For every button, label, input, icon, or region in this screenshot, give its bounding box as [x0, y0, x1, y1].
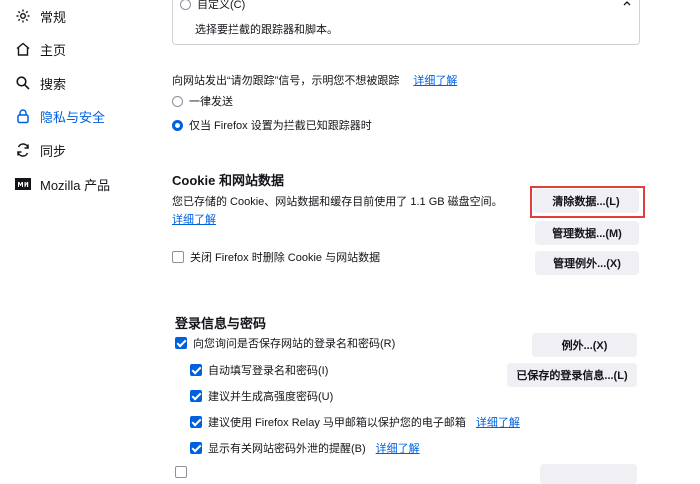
lock-icon: [14, 107, 32, 125]
dnt-row: 向网站发出“请勿跟踪”信号，示明您不想被跟踪 详细了解: [172, 72, 457, 88]
autofill-row[interactable]: 自动填写登录名和密码(I): [190, 362, 328, 378]
sidebar-item-privacy[interactable]: 隐私与安全: [14, 103, 105, 129]
cookies-description: 您已存储的 Cookie、网站数据和缓存目前使用了 1.1 GB 磁盘空间。: [172, 196, 503, 208]
sidebar-item-label: 主页: [40, 42, 67, 58]
gear-icon: [14, 7, 32, 25]
custom-option-chevron-icon[interactable]: [622, 0, 632, 12]
cookies-learn-more-link[interactable]: 详细了解: [172, 211, 216, 227]
dnt-always-radio[interactable]: [172, 95, 183, 107]
next-row-button[interactable]: [540, 464, 637, 484]
sidebar-item-search[interactable]: 搜索: [14, 70, 66, 96]
saved-logins-button[interactable]: 已保存的登录信息...(L): [507, 363, 637, 387]
dnt-tracker-only-label: 仅当 Firefox 设置为拦截已知跟踪器时: [189, 120, 372, 132]
sync-icon: [14, 141, 32, 159]
cookies-section-title: Cookie 和网站数据: [172, 173, 284, 188]
suggest-strong-checkbox[interactable]: [190, 390, 202, 402]
autofill-label: 自动填写登录名和密码(I): [208, 365, 329, 377]
custom-option-radio-row[interactable]: 自定义(C): [180, 0, 245, 12]
relay-label: 建议使用 Firefox Relay 马甲邮箱以保护您的电子邮箱: [208, 417, 466, 429]
dnt-text: 向网站发出“请勿跟踪”信号，示明您不想被跟踪: [172, 75, 400, 87]
delete-on-close-checkbox[interactable]: [172, 251, 184, 263]
breach-alerts-checkbox[interactable]: [190, 442, 202, 454]
suggest-strong-row[interactable]: 建议并生成高强度密码(U): [190, 388, 333, 404]
custom-option-description: 选择要拦截的跟踪器和脚本。: [195, 24, 338, 36]
relay-learn-more-link[interactable]: 详细了解: [476, 414, 520, 430]
delete-on-close-row[interactable]: 关闭 Firefox 时删除 Cookie 与网站数据: [172, 249, 380, 265]
search-icon: [14, 74, 32, 92]
delete-on-close-label: 关闭 Firefox 时删除 Cookie 与网站数据: [190, 252, 381, 264]
logins-section-title: 登录信息与密码: [175, 316, 267, 331]
next-row-checkbox[interactable]: [175, 466, 187, 478]
sidebar-item-sync[interactable]: 同步: [14, 137, 66, 163]
ask-save-row[interactable]: 向您询问是否保存网站的登录名和密码(R): [175, 335, 395, 351]
breach-alerts-label: 显示有关网站密码外泄的提醒(B): [208, 443, 366, 455]
manage-exceptions-button[interactable]: 管理例外...(X): [535, 251, 639, 275]
sidebar-item-home[interactable]: 主页: [14, 36, 66, 62]
sidebar-item-label: 同步: [40, 143, 67, 159]
dnt-always-label: 一律发送: [189, 96, 233, 108]
autofill-checkbox[interactable]: [190, 364, 202, 376]
home-icon: [14, 40, 32, 58]
breach-alerts-row[interactable]: 显示有关网站密码外泄的提醒(B) 详细了解: [190, 440, 420, 456]
ask-save-label: 向您询问是否保存网站的登录名和密码(R): [193, 338, 396, 350]
highlight-box: [530, 186, 645, 218]
sidebar-item-label: Mozilla 产品: [40, 177, 111, 193]
suggest-strong-label: 建议并生成高强度密码(U): [208, 391, 334, 403]
dnt-option-always[interactable]: 一律发送: [172, 93, 233, 109]
relay-row[interactable]: 建议使用 Firefox Relay 马甲邮箱以保护您的电子邮箱 详细了解: [190, 414, 520, 430]
breach-learn-more-link[interactable]: 详细了解: [376, 440, 420, 456]
sidebar-item-general[interactable]: 常规: [14, 3, 66, 29]
mozilla-icon: [14, 175, 32, 193]
custom-option-radio[interactable]: [180, 0, 191, 10]
sidebar-item-label: 隐私与安全: [40, 109, 106, 125]
dnt-tracker-only-radio[interactable]: [172, 119, 183, 131]
dnt-option-tracker-only[interactable]: 仅当 Firefox 设置为拦截已知跟踪器时: [172, 117, 372, 133]
sidebar-item-label: 搜索: [40, 76, 67, 92]
dnt-learn-more-link[interactable]: 详细了解: [413, 72, 457, 88]
manage-data-button[interactable]: 管理数据...(M): [535, 221, 639, 245]
sidebar-item-label: 常规: [40, 9, 67, 25]
ask-save-checkbox[interactable]: [175, 337, 187, 349]
relay-checkbox[interactable]: [190, 416, 202, 428]
login-exceptions-button[interactable]: 例外...(X): [532, 333, 637, 357]
custom-option-label: 自定义(C): [197, 0, 246, 11]
sidebar-item-mozilla-products[interactable]: Mozilla 产品: [14, 171, 110, 197]
